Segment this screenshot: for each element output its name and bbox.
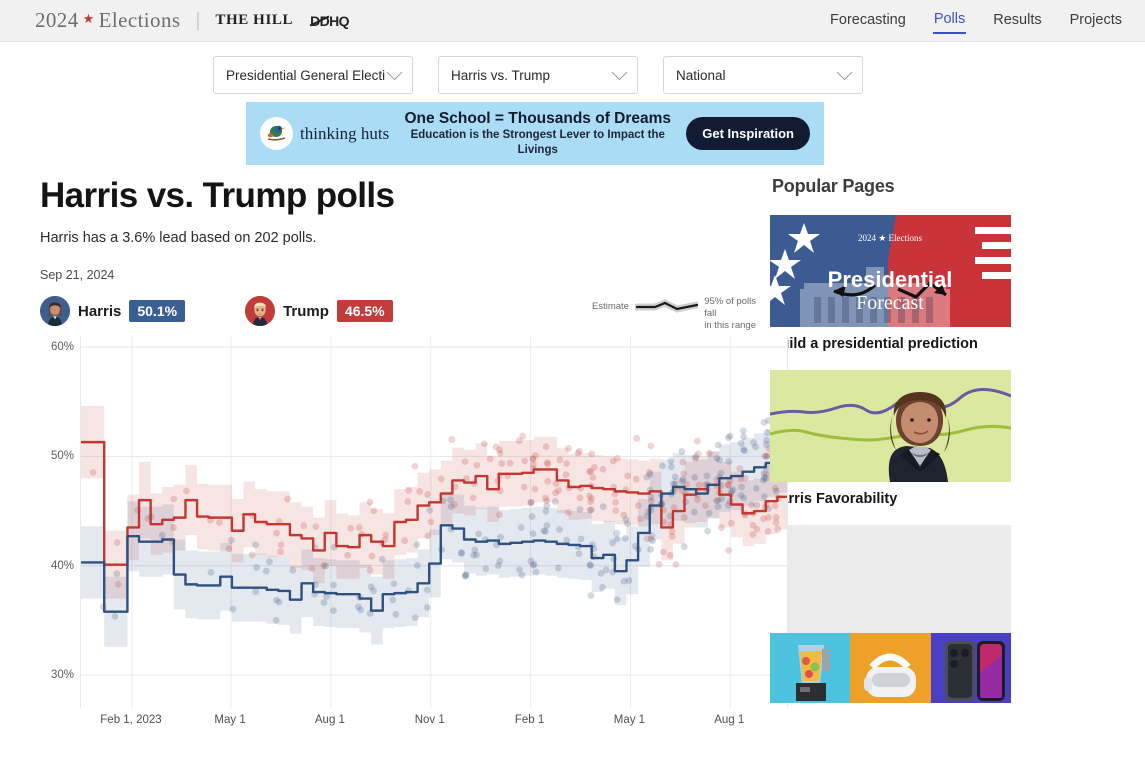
chevron-down-icon — [611, 64, 628, 81]
candidate-percent: 46.5% — [336, 300, 393, 322]
race-type-value: Presidential General Electi — [226, 67, 386, 83]
estimate-range-text: 95% of polls fall in this range — [704, 296, 770, 332]
y-axis-tick-label: 30% — [50, 669, 74, 682]
nav-item-polls[interactable]: Polls — [932, 8, 967, 34]
x-axis-tick-label: Nov 1 — [414, 714, 445, 726]
brand-elections-logo: 2024 ★ Elections — [35, 8, 180, 33]
chart-plot-area[interactable] — [80, 336, 788, 708]
page-content: Harris vs. Trump polls Harris has a 3.6%… — [0, 94, 1145, 746]
thumb-sub-text: Forecast — [856, 292, 924, 314]
chevron-down-icon — [836, 64, 853, 81]
ad-headline: One School = Thousands of Dreams — [404, 109, 672, 127]
y-axis-tick-label: 50% — [50, 450, 74, 463]
sidebar-card-caption: Harris Favorability — [770, 491, 898, 507]
product-cell-phone — [930, 633, 1011, 703]
matchup-value: Harris vs. Trump — [451, 67, 551, 83]
filter-row: Presidential General Electi Harris vs. T… — [0, 42, 1145, 94]
product-cell-headset — [850, 633, 931, 703]
bird-icon — [260, 117, 293, 150]
ad-copy: One School = Thousands of Dreams Educati… — [389, 109, 686, 158]
ad-subline: Education is the Strongest Lever to Impa… — [410, 129, 665, 157]
x-axis-tick-label: Aug 1 — [714, 714, 745, 726]
harris-favorability-thumbnail — [770, 370, 1011, 482]
page-subtitle: Harris has a 3.6% lead based on 202 poll… — [40, 230, 317, 246]
main-column: Harris vs. Trump polls Harris has a 3.6%… — [0, 156, 788, 746]
presidential-forecast-thumbnail: 2024 ★ Elections Presidential Forecast — [770, 215, 1011, 327]
main-navigation: Forecasting Polls Results Projects — [829, 8, 1123, 34]
x-axis-tick-label: May 1 — [613, 714, 646, 726]
polling-average-chart[interactable]: 30% 40% 50% 60% Feb 1, 2023 May 1 Aug 1 Nov 1F… — [40, 336, 792, 746]
sidebar-card-caption: Build a presidential prediction — [770, 336, 978, 352]
avatar — [245, 296, 276, 326]
matchup-select[interactable]: Harris vs. Trump — [438, 56, 638, 94]
thumb-top-text: 2024 ★ Elections — [858, 233, 923, 243]
ddhq-logo: DDHQ — [310, 12, 349, 29]
candidate-percent: 50.1% — [129, 300, 186, 322]
brand-divider: | — [195, 9, 201, 31]
ad-brand-lockup: thinking huts — [260, 117, 389, 150]
sidebar: Popular Pages 2024 ★ Elections President… — [770, 156, 1033, 746]
candidate-legend: Harris 50.1% Trump 46.5% Estimate 95% of… — [40, 294, 770, 331]
sidebar-card-presidential-forecast[interactable]: 2024 ★ Elections Presidential Forecast B… — [770, 215, 1033, 352]
sidebar-card-harris-favorability[interactable]: Harris Favorability — [770, 370, 1033, 507]
estimate-label: Estimate — [592, 301, 629, 312]
star-icon: ★ — [82, 10, 95, 26]
x-axis-tick-label: Feb 1, 2023 — [100, 714, 162, 726]
avatar — [40, 296, 70, 326]
nav-item-projects[interactable]: Projects — [1069, 9, 1123, 33]
geography-value: National — [676, 67, 726, 83]
placeholder-thumbnail — [770, 525, 1011, 633]
product-cell-blender — [770, 633, 851, 703]
ad-cta-button[interactable]: Get Inspiration — [686, 117, 810, 150]
estimate-range-line1: 95% of polls fall — [704, 296, 756, 319]
sidebar-title: Popular Pages — [772, 176, 895, 196]
page-title: Harris vs. Trump polls — [40, 176, 395, 215]
advertisement-banner[interactable]: thinking huts One School = Thousands of … — [246, 102, 824, 165]
site-brand[interactable]: 2024 ★ Elections | THE HILL DDHQ — [35, 8, 350, 33]
brand-year: 2024 — [35, 8, 79, 32]
product-image-strip — [770, 633, 1011, 703]
ad-brand-name: thinking huts — [300, 123, 390, 143]
candidate-trump[interactable]: Trump 46.5% — [245, 296, 393, 326]
as-of-date: Sep 21, 2024 — [40, 268, 115, 282]
candidate-name: Trump — [283, 302, 329, 320]
nav-item-forecasting[interactable]: Forecasting — [829, 9, 907, 33]
x-axis-tick-label: Aug 1 — [314, 714, 345, 726]
x-axis-tick-label: Feb 1 — [514, 714, 545, 726]
estimate-swatch-icon — [634, 299, 699, 313]
sidebar-card-placeholder[interactable] — [770, 525, 1033, 703]
x-axis-labels: Feb 1, 2023 May 1 Aug 1 Nov 1 Feb 1 May 1 Aug … — [80, 714, 788, 734]
nav-item-results[interactable]: Results — [992, 9, 1042, 33]
the-hill-logo: THE HILL — [215, 12, 294, 28]
brand-elections-text: Elections — [98, 8, 181, 32]
race-type-select[interactable]: Presidential General Electi — [213, 56, 413, 94]
y-axis-tick-label: 40% — [50, 559, 74, 572]
thumb-main-text: Presidential — [828, 267, 953, 292]
y-axis-labels: 30% 40% 50% 60% — [40, 336, 74, 708]
geography-select[interactable]: National — [663, 56, 863, 94]
candidate-harris[interactable]: Harris 50.1% — [40, 296, 186, 326]
estimate-legend: Estimate 95% of polls fall in this range — [592, 296, 770, 332]
candidate-name: Harris — [78, 302, 122, 320]
top-bar: 2024 ★ Elections | THE HILL DDHQ Forecas… — [0, 0, 1145, 42]
chart-svg — [81, 336, 787, 708]
chevron-down-icon — [386, 64, 403, 81]
y-axis-tick-label: 60% — [50, 340, 74, 353]
estimate-range-line2: in this range — [704, 319, 756, 331]
x-axis-tick-label: May 1 — [214, 714, 246, 726]
